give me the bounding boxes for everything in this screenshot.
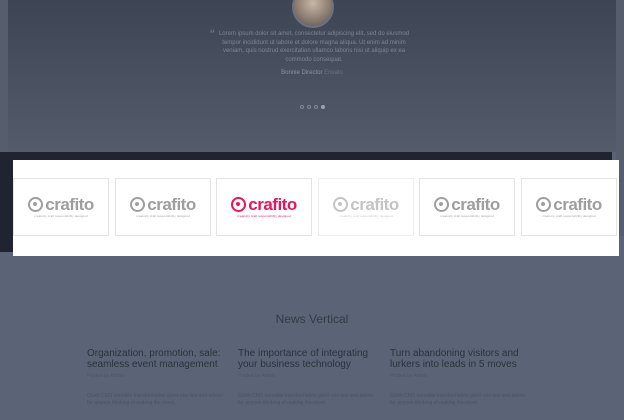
client-logo-5[interactable]: crafito creativity craft responsibility d… [419,178,515,236]
news-article-2[interactable]: The importance of integrating your busin… [238,348,378,407]
logo-row: crafito [231,195,297,214]
logo-tagline: creativity craft responsibility designed [339,214,393,218]
client-logo-1[interactable]: crafito creativity craft responsibility d… [13,178,109,236]
logo-tagline: creativity craft responsibility designed [440,214,494,218]
article-excerpt: Quick CMS versatile transformation gives… [238,393,374,406]
logo-wordmark: crafito [147,195,196,214]
logo-row: crafito [536,195,602,214]
crafito-logo-icon [333,197,349,212]
article-meta: Posted by Admin [390,373,428,379]
article-title[interactable]: Turn abandoning visitors and lurkers int… [390,348,530,370]
crafito-logo-icon [130,197,146,212]
carousel-dot-3[interactable] [314,105,318,109]
logo-row: crafito [28,195,94,214]
carousel-dot-4[interactable] [321,105,325,109]
news-article-3[interactable]: Turn abandoning visitors and lurkers int… [390,348,530,407]
logo-row: crafito [434,195,500,214]
crafito-logo-icon [231,197,247,212]
article-excerpt: Quick CMS versatile transformation gives… [87,393,223,406]
client-logo-3[interactable]: crafito creativity craft responsibility d… [216,178,312,236]
testimonial-quote: Lorem ipsum dolor sit amet, consectetur … [218,31,410,63]
author-name: Bonnie Director [281,70,323,76]
article-meta: Posted by Admin [87,373,125,379]
article-title[interactable]: Organization, promotion, sale: seamless … [87,348,227,370]
crafito-logo-icon [536,197,552,212]
article-excerpt: Quick CMS versatile transformation gives… [390,393,526,406]
author-role: Envato [324,70,343,76]
logo-wordmark: crafito [248,195,297,214]
logo-tagline: creativity craft responsibility designed [136,214,190,218]
logo-tagline: creativity craft responsibility designed [542,214,596,218]
client-logo-6[interactable]: crafito creativity craft responsibility d… [521,178,617,236]
logo-row: crafito [333,195,399,214]
logo-wordmark: crafito [553,195,602,214]
crafito-logo-icon [434,197,450,212]
client-logo-4[interactable]: crafito creativity craft responsibility d… [318,178,414,236]
logo-wordmark: crafito [45,195,94,214]
crafito-logo-icon [28,197,44,212]
logo-row: crafito [130,195,196,214]
news-section-title: News Vertical [275,312,349,326]
testimonial-author: Bonnie Director Envato [220,70,404,76]
article-meta: Posted by Admin [238,373,276,379]
client-logo-strip: crafito creativity craft responsibility d… [13,160,619,256]
testimonial-avatar [292,0,334,28]
logo-wordmark: crafito [451,195,500,214]
news-article-1[interactable]: Organization, promotion, sale: seamless … [87,348,227,407]
carousel-dot-1[interactable] [300,105,304,109]
client-logo-2[interactable]: crafito creativity craft responsibility d… [115,178,211,236]
carousel-dot-2[interactable] [307,105,311,109]
testimonial-section: “ Lorem ipsum dolor sit amet, consectetu… [0,0,624,152]
article-title[interactable]: The importance of integrating your busin… [238,348,378,370]
logo-tagline: creativity craft responsibility designed [34,214,88,218]
logo-tagline: creativity craft responsibility designed [237,214,291,218]
carousel-dots [300,105,325,109]
logo-wordmark: crafito [350,195,399,214]
